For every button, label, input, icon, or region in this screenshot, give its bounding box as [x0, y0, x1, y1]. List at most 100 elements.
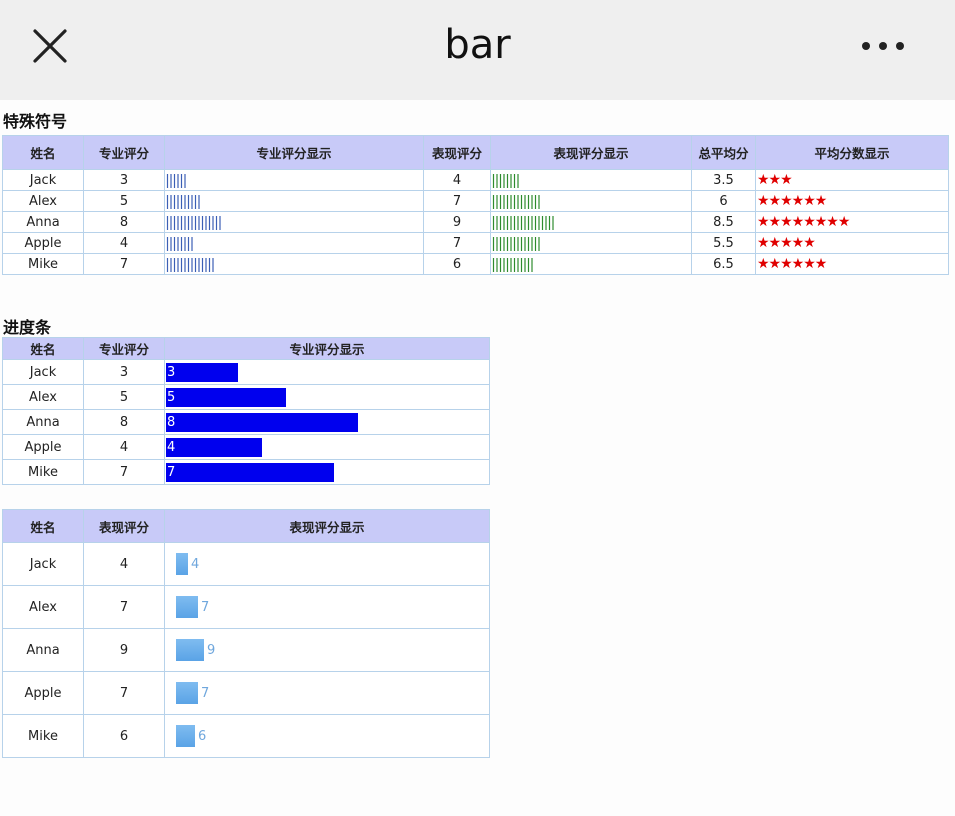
perf-score-cell: 7	[83, 671, 165, 715]
column-header: 表现评分	[83, 509, 165, 543]
bar-cell: 9	[164, 628, 490, 672]
bar-cell: 7	[164, 671, 490, 715]
pro-score-ticks	[166, 236, 193, 251]
performance-bar	[176, 725, 195, 747]
column-header: 姓名	[2, 337, 84, 360]
progress-bar: 5	[166, 387, 286, 407]
progress-cell: 5	[164, 384, 490, 410]
table-row: Apple 7 7	[2, 671, 490, 715]
name-cell: Apple	[2, 232, 84, 254]
pro-score-ticks	[166, 257, 214, 272]
pro-score-cell: 7	[83, 253, 165, 275]
star-rating: ★★★★★★	[757, 256, 827, 272]
name-cell: Jack	[2, 359, 84, 385]
pro-score-display-cell	[164, 211, 424, 233]
bar-cell: 6	[164, 714, 490, 758]
column-header: 专业评分	[83, 135, 165, 170]
table-header-row: 姓名 专业评分 专业评分显示 表现评分 表现评分显示 总平均分 平均分数显示	[2, 135, 949, 170]
progress-bar: 4	[166, 437, 262, 457]
name-cell: Anna	[2, 409, 84, 435]
name-cell: Mike	[2, 253, 84, 275]
perf-score-ticks	[492, 194, 540, 209]
progress-bar: 8	[166, 412, 358, 432]
performance-bar-table: 姓名 表现评分 表现评分显示 Jack 4 4 Alex 7 7 Anna 9 9 Apple 7 7…	[2, 509, 490, 758]
progress-bar: 7	[166, 462, 334, 482]
perf-score-cell: 7	[423, 190, 491, 212]
progress-cell: 4	[164, 434, 490, 460]
section-title-progress: 进度条	[3, 318, 52, 337]
section-title-special-symbols: 特殊符号	[3, 112, 68, 131]
column-header: 表现评分显示	[490, 135, 692, 170]
table-row: Jack 3 4 3.5 ★★★	[2, 169, 949, 191]
column-header: 平均分数显示	[755, 135, 949, 170]
column-header: 专业评分显示	[164, 337, 490, 360]
pro-score-cell: 7	[83, 459, 165, 485]
avg-score-display-cell: ★★★★★★	[755, 190, 949, 212]
avg-score-cell: 8.5	[691, 211, 756, 233]
pro-score-cell: 3	[83, 359, 165, 385]
column-header: 专业评分	[83, 337, 165, 360]
performance-value: 7	[201, 599, 210, 615]
perf-score-ticks	[492, 215, 554, 230]
avg-score-display-cell: ★★★	[755, 169, 949, 191]
pro-score-cell: 8	[83, 211, 165, 233]
column-header: 表现评分显示	[164, 509, 490, 543]
performance-bar	[176, 639, 204, 661]
name-cell: Anna	[2, 211, 84, 233]
name-cell: Mike	[2, 459, 84, 485]
bar-wrap: 6	[166, 725, 489, 747]
table-row: Alex 7 7	[2, 585, 490, 629]
avg-score-display-cell: ★★★★★	[755, 232, 949, 254]
name-cell: Jack	[2, 542, 84, 586]
progress-cell: 8	[164, 409, 490, 435]
name-cell: Alex	[2, 384, 84, 410]
table-row: Jack 3 3	[2, 359, 490, 385]
column-header: 表现评分	[423, 135, 491, 170]
name-cell: Apple	[2, 434, 84, 460]
column-header: 姓名	[2, 135, 84, 170]
perf-score-cell: 6	[83, 714, 165, 758]
table-row: Mike 6 6	[2, 714, 490, 758]
progress-cell: 7	[164, 459, 490, 485]
avg-score-cell: 6.5	[691, 253, 756, 275]
performance-bar	[176, 553, 188, 575]
perf-score-cell: 9	[423, 211, 491, 233]
performance-bar	[176, 596, 198, 618]
perf-score-ticks	[492, 236, 540, 251]
performance-value: 9	[207, 642, 216, 658]
star-rating: ★★★	[757, 172, 793, 188]
perf-score-ticks	[492, 173, 519, 188]
bar-wrap: 9	[166, 639, 489, 661]
bar-wrap: 4	[166, 553, 489, 575]
more-icon[interactable]	[858, 36, 908, 56]
table-row: Alex 5 5	[2, 384, 490, 410]
avg-score-cell: 5.5	[691, 232, 756, 254]
performance-bar	[176, 682, 198, 704]
star-rating: ★★★★★★★★	[757, 214, 850, 230]
perf-score-cell: 7	[423, 232, 491, 254]
window-title: bar	[444, 22, 511, 68]
perf-score-cell: 4	[423, 169, 491, 191]
table-row: Mike 7 7	[2, 459, 490, 485]
column-header: 姓名	[2, 509, 84, 543]
star-rating: ★★★★★★	[757, 193, 827, 209]
avg-score-cell: 6	[691, 190, 756, 212]
star-rating: ★★★★★	[757, 235, 816, 251]
perf-score-cell: 6	[423, 253, 491, 275]
name-cell: Anna	[2, 628, 84, 672]
table-row: Anna 8 8	[2, 409, 490, 435]
avg-score-display-cell: ★★★★★★	[755, 253, 949, 275]
avg-score-display-cell: ★★★★★★★★	[755, 211, 949, 233]
pro-score-ticks	[166, 194, 200, 209]
name-cell: Mike	[2, 714, 84, 758]
name-cell: Alex	[2, 585, 84, 629]
pro-score-cell: 3	[83, 169, 165, 191]
perf-score-cell: 4	[83, 542, 165, 586]
pro-score-cell: 5	[83, 190, 165, 212]
pro-score-cell: 8	[83, 409, 165, 435]
pro-score-cell: 4	[83, 232, 165, 254]
perf-score-display-cell	[490, 253, 692, 275]
perf-score-display-cell	[490, 211, 692, 233]
perf-score-cell: 7	[83, 585, 165, 629]
perf-score-display-cell	[490, 190, 692, 212]
